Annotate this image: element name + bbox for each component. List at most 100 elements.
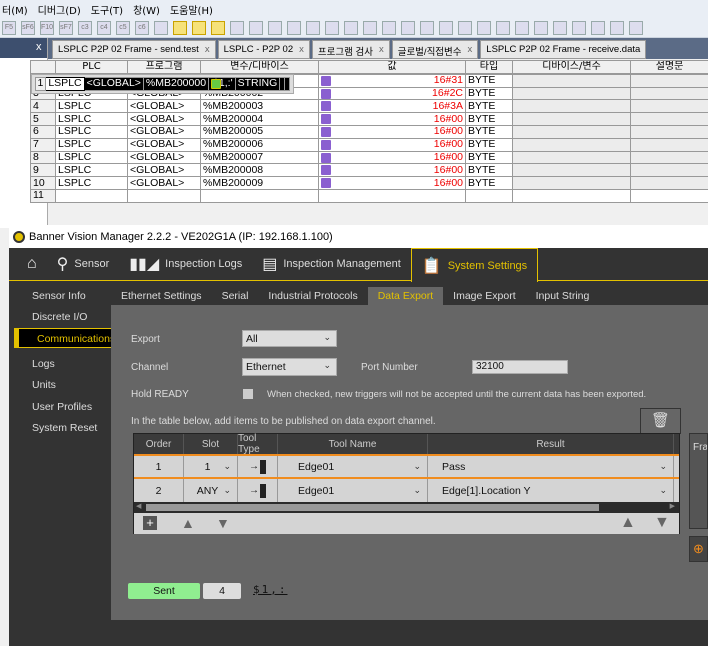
toolbar-icon-button[interactable] xyxy=(477,20,491,35)
value-cell[interactable]: 16#00 xyxy=(318,137,466,152)
table-row[interactable]: 4 LSPLC <GLOBAL> %MB200003 16#3A BYTE xyxy=(30,99,708,114)
sidebar-item-logs[interactable]: Logs xyxy=(9,350,111,371)
column-header[interactable]: Tool Type xyxy=(238,433,278,455)
comment-cell[interactable] xyxy=(630,137,708,152)
device-cell[interactable] xyxy=(200,188,319,203)
port-number-input[interactable]: 32100 xyxy=(472,360,568,374)
device-cell[interactable]: %MB200004 xyxy=(200,112,319,126)
toolbar-icon-button[interactable] xyxy=(154,20,168,35)
subtab-ethernet-settings[interactable]: Ethernet Settings xyxy=(111,287,212,305)
column-header[interactable]: 설명문 xyxy=(630,60,708,74)
subtab-data-export[interactable]: Data Export xyxy=(367,287,444,305)
value-cell[interactable]: 16#3A xyxy=(318,99,466,114)
tool-name-select[interactable]: Edge01 ⌄ xyxy=(278,479,428,502)
device-variable-cell[interactable] xyxy=(512,163,631,178)
column-header[interactable]: 프로그램 xyxy=(127,60,201,74)
program-cell[interactable]: <GLOBAL> xyxy=(127,163,201,178)
program-cell[interactable]: <GLOBAL> xyxy=(127,112,201,126)
toolbar-icon-button[interactable] xyxy=(553,20,567,35)
device-cell[interactable]: %MB200009 xyxy=(200,176,319,190)
subtab-industrial-protocols[interactable]: Industrial Protocols xyxy=(258,287,367,305)
value-cell[interactable]: 16#00 xyxy=(318,112,466,126)
value-cell[interactable]: 16#00 xyxy=(318,163,466,178)
toolbar-button[interactable]: sF7 xyxy=(59,20,73,35)
hold-ready-checkbox[interactable] xyxy=(243,389,253,399)
column-header[interactable]: Result xyxy=(428,434,674,454)
program-cell[interactable]: <GLOBAL> xyxy=(127,176,201,190)
comment-cell[interactable] xyxy=(630,176,708,190)
plc-cell[interactable]: LSPLC xyxy=(55,163,128,178)
value-cell[interactable]: 16#00 xyxy=(318,124,466,139)
insert-below-button[interactable]: ▼ xyxy=(216,515,230,531)
table-row[interactable]: 1 LSPLC <GLOBAL> %MB200000 '$1,:' STRING xyxy=(30,73,295,94)
device-cell[interactable]: %MB200007 xyxy=(200,150,319,165)
delete-button[interactable]: 🗑 xyxy=(640,408,681,434)
comment-cell[interactable] xyxy=(284,76,291,91)
subtab-image-export[interactable]: Image Export xyxy=(443,287,525,305)
device-variable-cell[interactable] xyxy=(512,124,631,139)
program-cell[interactable] xyxy=(127,188,201,203)
close-panel-button[interactable]: x xyxy=(36,41,42,53)
column-header[interactable]: Tool Name xyxy=(278,434,428,454)
close-tab-icon[interactable]: x xyxy=(379,44,384,55)
slot-select[interactable]: 1 ⌄ xyxy=(184,456,238,477)
column-header[interactable]: Order xyxy=(134,434,184,454)
table-row[interactable]: 10 LSPLC <GLOBAL> %MB200009 16#00 BYTE xyxy=(30,176,708,190)
doc-tab[interactable]: 글로벌/직접변수 x xyxy=(391,40,479,59)
sidebar-item-user-profiles[interactable]: User Profiles xyxy=(9,393,111,414)
doc-tab[interactable]: LSPLC - P2P 02 x xyxy=(217,40,310,59)
comment-cell[interactable] xyxy=(630,163,708,178)
export-select[interactable]: All ⌄ xyxy=(242,330,337,347)
toolbar-icon-button[interactable] xyxy=(382,20,396,35)
program-cell[interactable]: <GLOBAL> xyxy=(127,99,201,114)
move-up-button[interactable]: ▲ xyxy=(620,514,636,532)
plc-cell[interactable]: LSPLC xyxy=(55,112,128,126)
toolbar-icon-button[interactable] xyxy=(306,20,320,35)
column-header[interactable]: 변수/디바이스 xyxy=(200,60,319,74)
result-select[interactable]: Pass ⌄ xyxy=(428,456,674,477)
device-cell[interactable]: %MB200008 xyxy=(200,163,319,178)
toolbar-button[interactable]: F10 xyxy=(40,20,54,35)
menu-item[interactable]: 터(M) xyxy=(2,2,28,17)
device-variable-cell[interactable] xyxy=(512,99,631,114)
toolbar-icon-button[interactable] xyxy=(610,20,624,35)
table-row[interactable]: 2 ANY ⌄ → Edge01 ⌄ Edge[1].Location Y ⌄ xyxy=(134,479,679,502)
toolbar-icon-button[interactable] xyxy=(230,20,244,35)
result-select[interactable]: Edge[1].Location Y ⌄ xyxy=(428,479,674,502)
scrollbar-thumb[interactable] xyxy=(146,504,599,511)
device-cell[interactable]: %MB200005 xyxy=(200,124,319,139)
nav-tab-home[interactable]: ⌂ xyxy=(9,248,47,280)
sidebar-item-system-reset[interactable]: System Reset xyxy=(9,414,111,435)
tool-name-select[interactable]: Edge01 ⌄ xyxy=(278,456,428,477)
toolbar-button[interactable]: c6 xyxy=(135,20,149,35)
toolbar-icon-button[interactable] xyxy=(420,20,434,35)
program-cell[interactable]: <GLOBAL> xyxy=(127,137,201,152)
plc-cell[interactable]: LSPLC xyxy=(55,124,128,139)
toolbar-icon-button[interactable] xyxy=(325,20,339,35)
value-cell[interactable]: 16#31 xyxy=(318,73,466,88)
column-header[interactable]: 타입 xyxy=(465,60,513,74)
table-row[interactable]: 1 1 ⌄ → Edge01 ⌄ Pass ⌄ xyxy=(134,456,679,479)
toolbar-icon-button[interactable] xyxy=(363,20,377,35)
table-row[interactable]: 5 LSPLC <GLOBAL> %MB200004 16#00 BYTE xyxy=(30,112,708,126)
channel-select[interactable]: Ethernet ⌄ xyxy=(242,358,337,376)
device-variable-cell[interactable] xyxy=(512,137,631,152)
comment-cell[interactable] xyxy=(630,73,708,88)
toolbar-icon-button[interactable] xyxy=(591,20,605,35)
toolbar-icon-button[interactable] xyxy=(173,20,187,35)
device-cell[interactable]: %MB200006 xyxy=(200,137,319,152)
comment-cell[interactable] xyxy=(630,188,708,203)
toolbar-icon-button[interactable] xyxy=(268,20,282,35)
toolbar-icon-button[interactable] xyxy=(344,20,358,35)
column-header[interactable]: Slot xyxy=(184,434,238,454)
horizontal-scrollbar[interactable]: ◀ ▶ xyxy=(134,502,679,513)
device-variable-cell[interactable] xyxy=(512,73,631,88)
nav-tab-inspection-management[interactable]: ▤ Inspection Management xyxy=(252,248,411,280)
close-tab-icon[interactable]: x xyxy=(468,44,473,55)
menu-item[interactable]: 디버그(D) xyxy=(38,2,81,17)
device-variable-cell[interactable] xyxy=(512,188,631,203)
nav-tab-sensor[interactable]: ⚲ Sensor xyxy=(47,248,120,280)
toolbar-button[interactable]: c4 xyxy=(97,20,111,35)
device-variable-cell[interactable] xyxy=(512,150,631,165)
slot-select[interactable]: ANY ⌄ xyxy=(184,479,238,502)
